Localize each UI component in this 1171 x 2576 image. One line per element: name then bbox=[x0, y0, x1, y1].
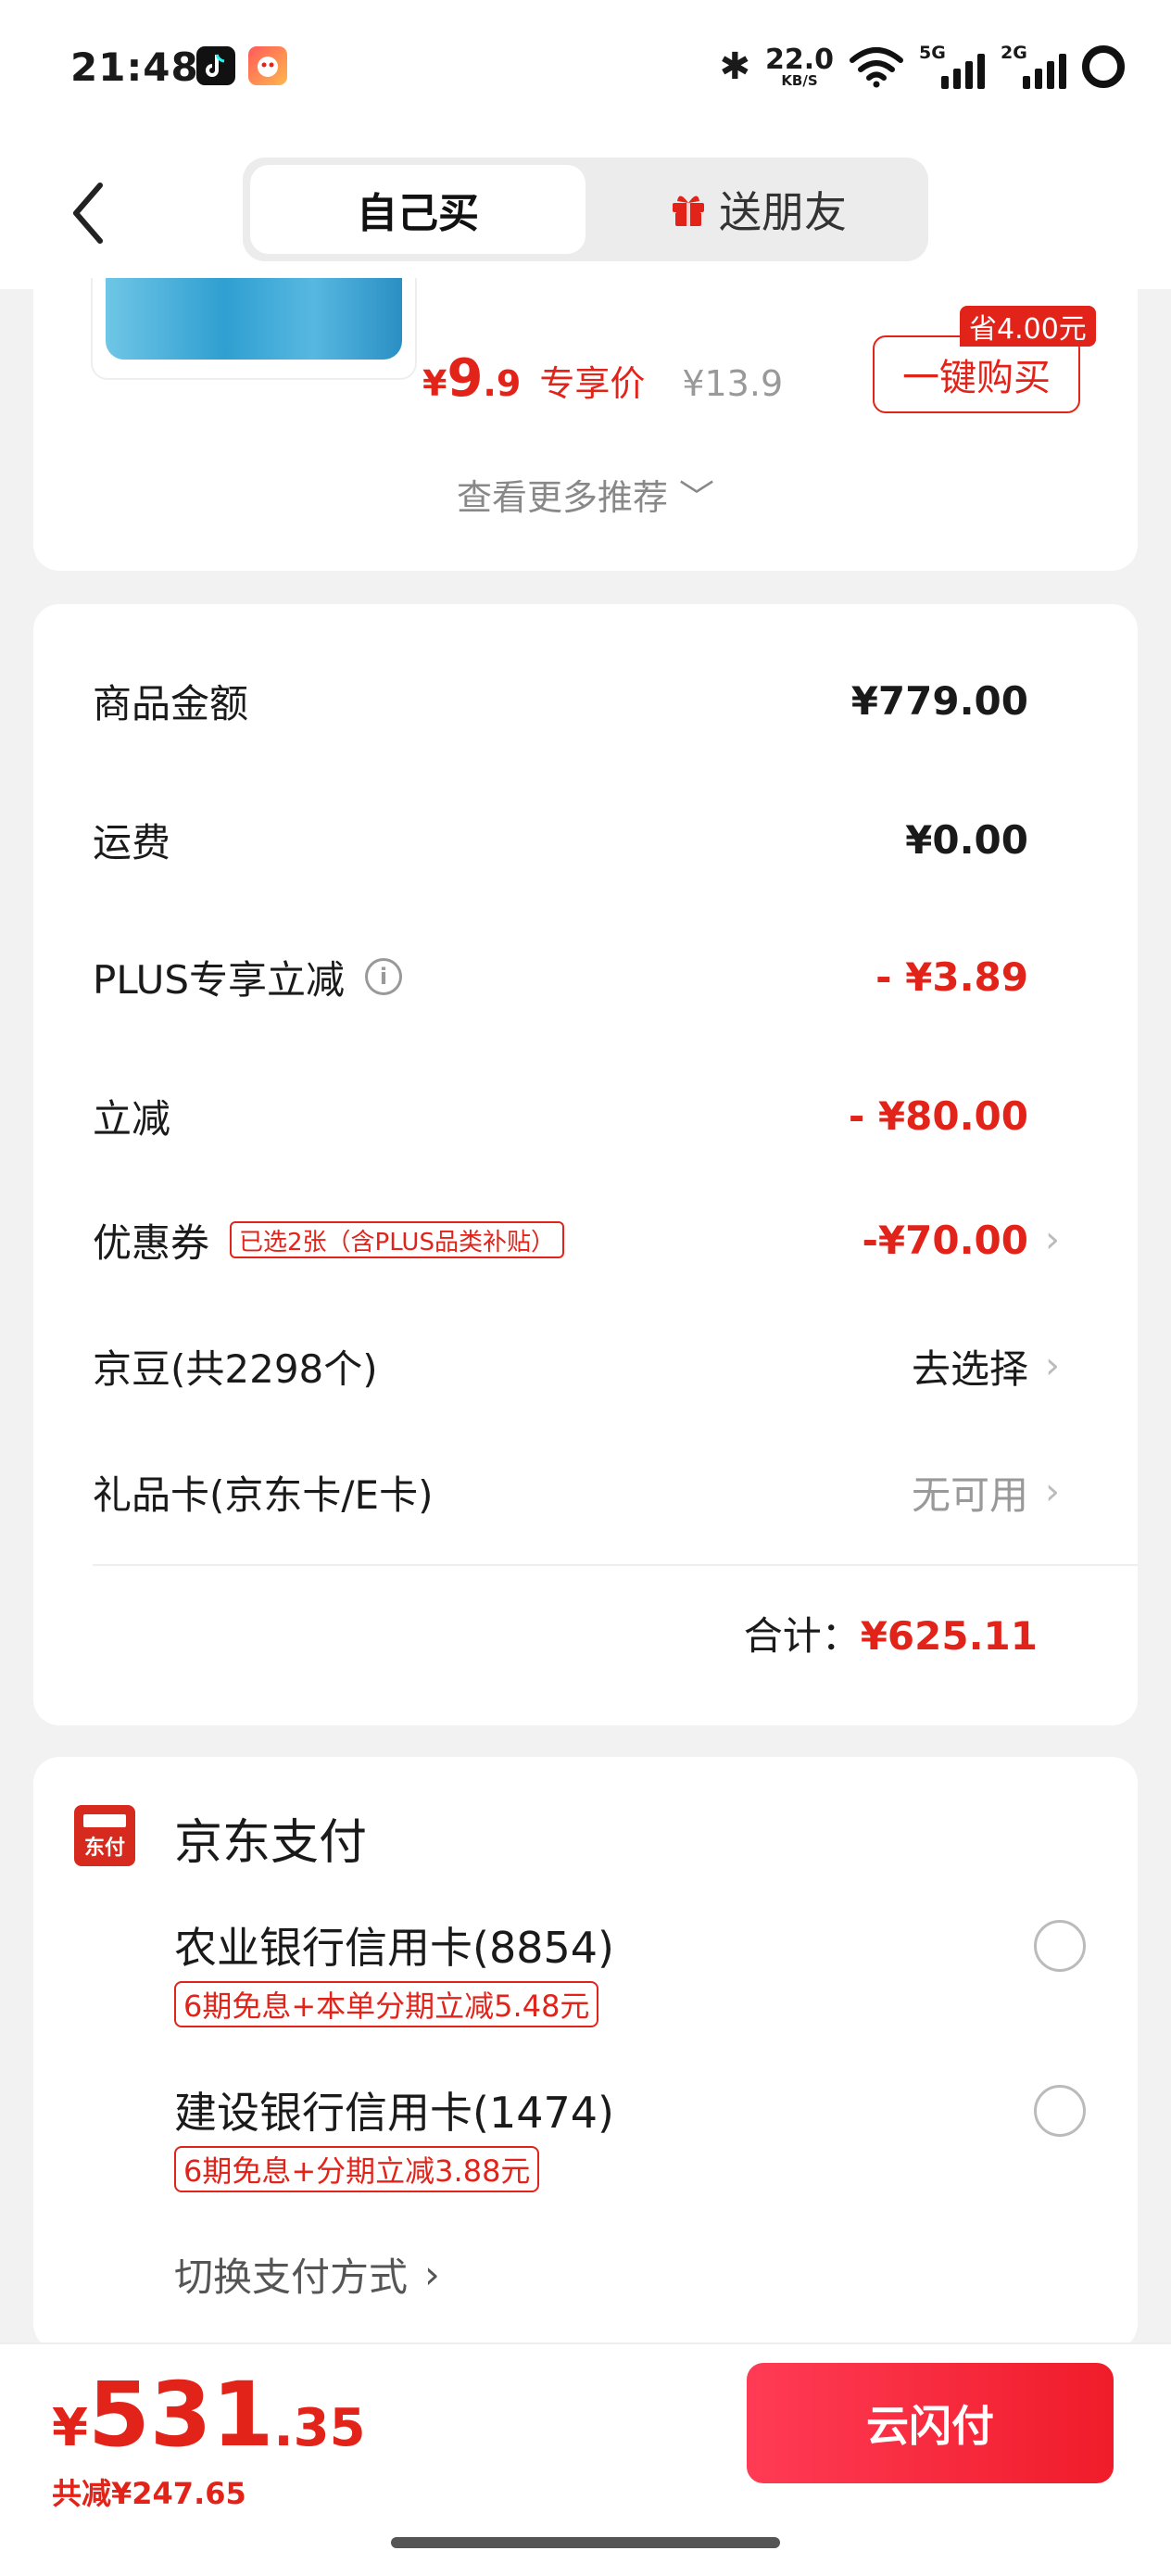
see-more-recommendations[interactable]: 查看更多推荐 ﹀ bbox=[33, 469, 1138, 520]
header: 自己买 送朋友 bbox=[0, 139, 1171, 289]
original-price: ¥13.9 bbox=[682, 363, 784, 404]
recommend-price: ¥ 9 .9 专享价 ¥13.9 bbox=[422, 348, 784, 409]
jd-pay-logo: 东付 bbox=[74, 1805, 135, 1866]
gift-card-row[interactable]: 礼品卡(京东卡/E卡) 无可用 › bbox=[93, 1455, 1078, 1529]
abc-promo-tag: 6期免息+本单分期立减5.48元 bbox=[174, 1981, 599, 2027]
jd-beans-row[interactable]: 京豆(共2298个) 去选择 › bbox=[93, 1329, 1078, 1403]
tab-send-friend-label: 送朋友 bbox=[719, 187, 847, 237]
tiktok-app-icon bbox=[196, 46, 235, 85]
gift-icon bbox=[673, 196, 704, 226]
chevron-down-icon: ﹀ bbox=[679, 477, 715, 518]
abc-card-radio[interactable] bbox=[1034, 1920, 1086, 1972]
plus-discount-row: PLUS专享立减 i - ¥3.89 bbox=[93, 953, 1028, 1003]
signal-5g-icon: 5G bbox=[919, 43, 986, 91]
home-indicator[interactable] bbox=[391, 2537, 780, 2548]
info-icon[interactable]: i bbox=[365, 958, 403, 995]
coupon-row[interactable]: 优惠券 已选2张（含PLUS品类补贴） -¥70.00 › bbox=[93, 1203, 1078, 1277]
instant-discount-row: 立减 - ¥80.00 bbox=[93, 1092, 1028, 1142]
wifi-icon bbox=[850, 47, 903, 88]
payment-card: 东付 京东支付 农业银行信用卡(8854) 6期免息+本单分期立减5.48元 建… bbox=[33, 1757, 1138, 2350]
ccb-card-radio[interactable] bbox=[1034, 2085, 1086, 2137]
final-price: ¥ 531 .35 bbox=[52, 2363, 366, 2467]
goods-amount-row: 商品金额 ¥779.00 bbox=[93, 677, 1028, 726]
abc-credit-card-option[interactable]: 农业银行信用卡(8854) bbox=[174, 1914, 614, 1976]
status-bar: 21:48 ✱ 22.0 KB/S 5G 2G bbox=[0, 0, 1171, 139]
chevron-left-icon bbox=[73, 183, 103, 244]
exclusive-price-tag: 专享价 bbox=[539, 363, 646, 404]
water-bottle-image bbox=[106, 278, 402, 360]
coupon-selected-tag: 已选2张（含PLUS品类补贴） bbox=[230, 1221, 564, 1258]
chevron-right-icon: › bbox=[1045, 1219, 1060, 1261]
back-button[interactable] bbox=[65, 176, 111, 250]
order-total: 合计： ¥625.11 bbox=[743, 1613, 1038, 1659]
status-time: 21:48 bbox=[70, 44, 199, 90]
switch-payment-method[interactable]: 切换支付方式 › bbox=[174, 2246, 440, 2303]
pay-button[interactable]: 云闪付 bbox=[747, 2363, 1114, 2483]
divider bbox=[93, 1564, 1138, 1566]
battery-icon bbox=[1082, 45, 1125, 88]
recommendation-card: ¥ 9 .9 专享价 ¥13.9 一键购买 省4.00元 查看更多推荐 ﹀ bbox=[33, 278, 1138, 571]
bluetooth-icon: ✱ bbox=[719, 45, 750, 88]
chevron-right-icon: › bbox=[1045, 1471, 1060, 1513]
freight-row: 运费 ¥0.00 bbox=[93, 816, 1028, 865]
tab-send-friend[interactable]: 送朋友 bbox=[595, 165, 921, 254]
ccb-credit-card-option[interactable]: 建设银行信用卡(1474) bbox=[174, 2079, 614, 2140]
one-click-buy-button[interactable]: 一键购买 bbox=[873, 335, 1080, 413]
chevron-right-icon: › bbox=[1045, 1345, 1060, 1387]
payment-title: 京东支付 bbox=[174, 1815, 368, 1871]
ccb-promo-tag: 6期免息+分期立减3.88元 bbox=[174, 2146, 540, 2192]
tab-buy-self[interactable]: 自己买 bbox=[250, 165, 586, 254]
order-summary-card: 商品金额 ¥779.00 运费 ¥0.00 PLUS专享立减 i - ¥3.89 … bbox=[33, 604, 1138, 1725]
save-badge: 省4.00元 bbox=[960, 306, 1096, 347]
total-saved: 共减¥247.65 bbox=[52, 2476, 246, 2511]
product-thumbnail[interactable] bbox=[91, 278, 417, 380]
game-app-icon bbox=[248, 46, 287, 85]
purchase-mode-toggle: 自己买 送朋友 bbox=[243, 158, 928, 261]
network-speed: 22.0 KB/S bbox=[764, 43, 834, 89]
signal-2g-icon: 2G bbox=[1001, 43, 1067, 91]
chevron-right-icon: › bbox=[424, 2252, 440, 2297]
